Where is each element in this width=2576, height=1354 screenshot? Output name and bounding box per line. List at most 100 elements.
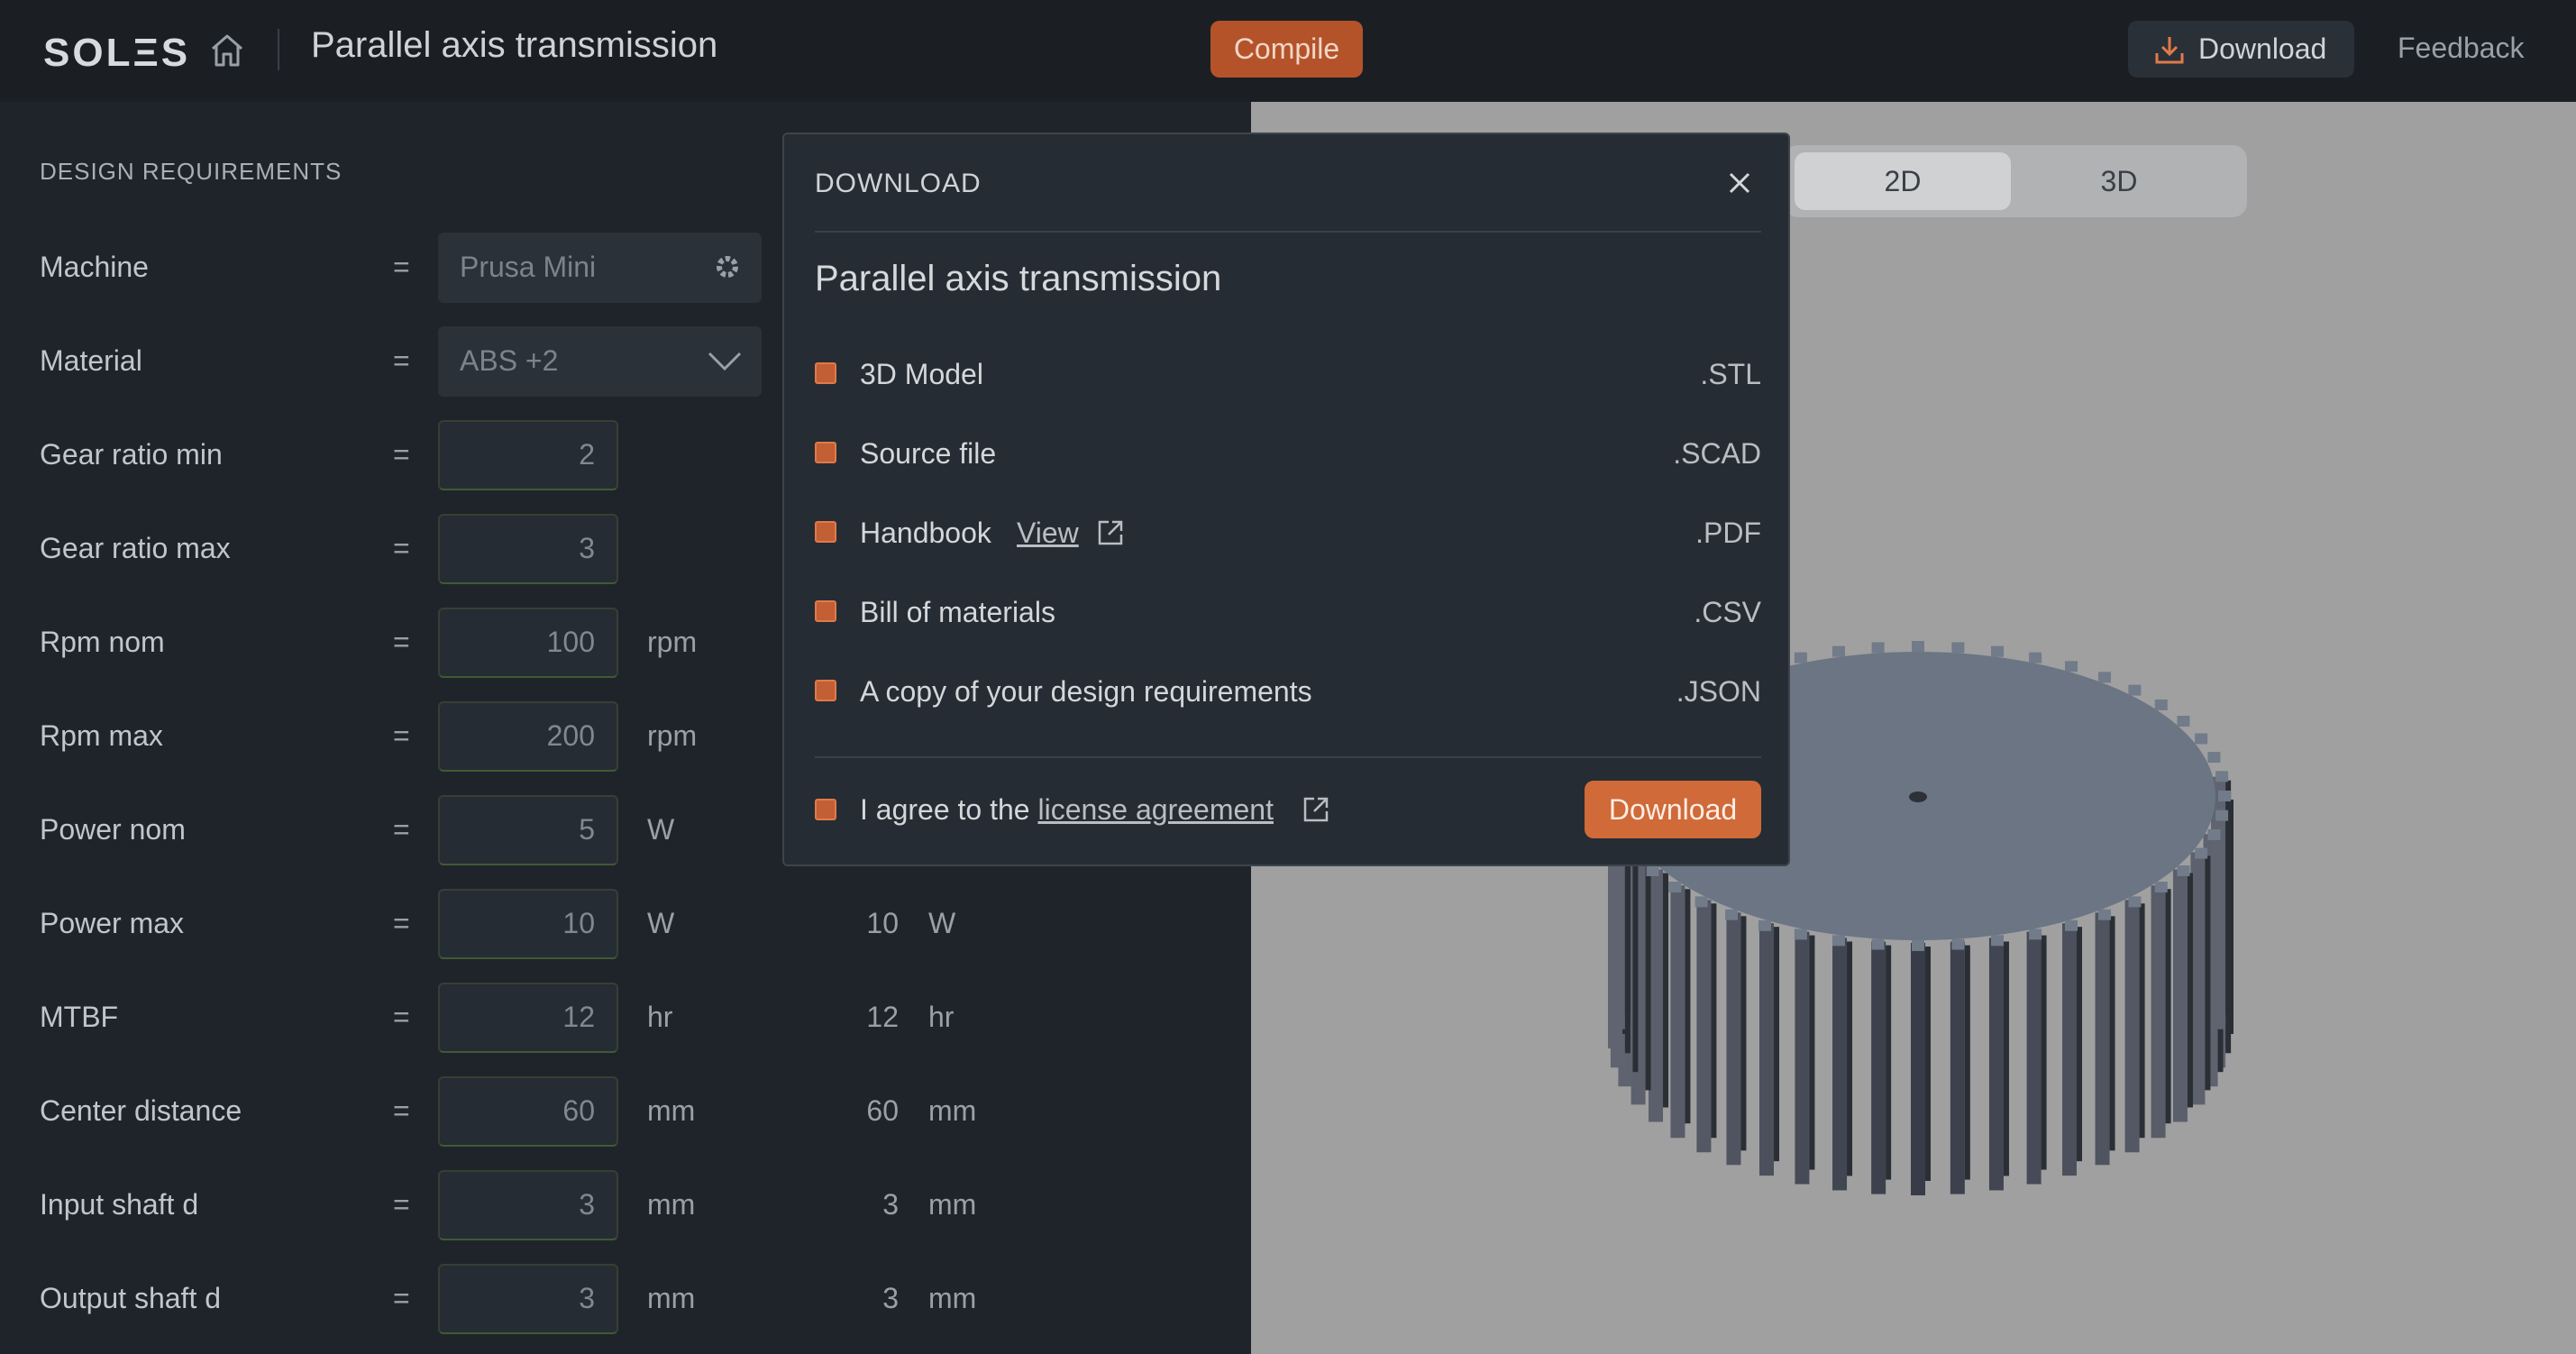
download-button-label: Download xyxy=(2198,32,2327,65)
machine-select[interactable]: Prusa Mini xyxy=(438,233,762,303)
gear-tooth xyxy=(2095,912,2110,1166)
result-unit: W xyxy=(928,907,956,939)
gear-tooth-gap xyxy=(1711,903,1717,1139)
parameter-input[interactable]: 3 xyxy=(438,1170,618,1240)
parameter-label: Rpm max xyxy=(40,719,163,752)
gear-tooth-top xyxy=(1725,909,1739,920)
external-link-icon[interactable] xyxy=(1302,795,1330,824)
item-extension: .PDF xyxy=(1695,517,1761,549)
dialog-title: Parallel axis transmission xyxy=(815,259,1222,298)
result-unit: mm xyxy=(928,1094,977,1127)
equals-sign: = xyxy=(393,251,410,283)
parameter-value: 3 xyxy=(579,532,595,564)
parameter-row: Power max = 10 W 10 W xyxy=(0,889,1251,959)
parameter-label: Power max xyxy=(40,907,185,939)
gear-tooth-top xyxy=(1832,935,1846,947)
equals-sign: = xyxy=(393,813,410,846)
gear-tooth xyxy=(1696,900,1712,1153)
parameter-input[interactable]: 2 xyxy=(438,420,618,490)
parameter-label: Power nom xyxy=(40,813,186,846)
gear-tooth-gap xyxy=(1740,916,1747,1151)
checkbox[interactable] xyxy=(815,680,836,701)
gear-tooth xyxy=(1759,923,1774,1176)
result-unit: mm xyxy=(928,1282,977,1314)
divider xyxy=(815,756,1761,758)
checkbox[interactable] xyxy=(815,600,836,622)
header-divider xyxy=(278,29,279,70)
download-item-3d-model[interactable]: 3D Model .STL xyxy=(815,347,1761,401)
equals-sign: = xyxy=(393,907,410,939)
confirm-download-button[interactable]: Download xyxy=(1585,781,1761,838)
parameter-unit: mm xyxy=(647,1282,696,1314)
parameter-input[interactable]: 5 xyxy=(438,795,618,865)
parameter-input[interactable]: 3 xyxy=(438,1264,618,1334)
gear-tooth xyxy=(1832,938,1848,1191)
parameter-unit: rpm xyxy=(647,719,698,752)
gear-tooth xyxy=(1911,943,1925,1195)
feedback-link[interactable]: Feedback xyxy=(2398,32,2525,65)
gear-tooth-top xyxy=(1832,645,1846,657)
gear-tooth-top xyxy=(2218,791,2231,801)
gear-tooth-top xyxy=(2177,716,2190,727)
parameter-label: Input shaft d xyxy=(40,1188,199,1221)
checkbox[interactable] xyxy=(815,362,836,384)
view-handbook-link[interactable]: View xyxy=(1017,517,1079,550)
gear-shaft-hole xyxy=(1909,791,1927,802)
gear-tooth-top xyxy=(2215,810,2229,821)
gear-tooth xyxy=(2026,931,2042,1185)
parameter-row: Output shaft d = 3 mm 3 mm xyxy=(0,1264,1251,1334)
item-extension: .SCAD xyxy=(1673,437,1761,470)
parameter-input[interactable]: 200 xyxy=(438,701,618,772)
home-icon[interactable] xyxy=(207,31,247,70)
agree-checkbox[interactable] xyxy=(815,799,836,820)
equals-sign: = xyxy=(393,1094,410,1127)
parameter-value: 200 xyxy=(546,719,595,752)
parameter-label: Center distance xyxy=(40,1094,242,1127)
chevron-down-icon xyxy=(708,352,742,371)
tab-2d[interactable]: 2D xyxy=(1795,152,2011,210)
download-item-handbook[interactable]: Handbook View .PDF xyxy=(815,506,1761,560)
download-button[interactable]: Download xyxy=(2128,21,2354,78)
gear-tooth-gap xyxy=(2109,916,2115,1151)
equals-sign: = xyxy=(393,1001,410,1033)
gear-tooth xyxy=(1871,941,1886,1194)
logo[interactable]: SOLΞS xyxy=(43,31,190,76)
parameter-input[interactable]: 3 xyxy=(438,514,618,584)
gear-tooth-top xyxy=(1646,865,1659,876)
parameter-input[interactable]: 10 xyxy=(438,889,618,959)
gear-tooth xyxy=(2172,869,2188,1122)
parameter-unit: rpm xyxy=(647,626,698,658)
top-bar: SOLΞS Parallel axis transmission Compile… xyxy=(0,0,2576,102)
gear-tooth-gap xyxy=(1685,889,1691,1124)
result-value: 3 xyxy=(882,1282,899,1314)
download-item-requirements[interactable]: A copy of your design requirements .JSON xyxy=(815,664,1761,718)
gear-tooth-gap xyxy=(1809,935,1815,1170)
equals-sign: = xyxy=(393,719,410,752)
gear-tooth-top xyxy=(1951,642,1965,654)
checkbox[interactable] xyxy=(815,521,836,543)
result-value: 60 xyxy=(866,1094,899,1127)
checkbox[interactable] xyxy=(815,442,836,463)
gear-tooth-gap xyxy=(2205,855,2211,1091)
parameter-value: 2 xyxy=(579,438,595,471)
gear-tooth-top xyxy=(2065,661,2078,672)
parameter-input[interactable]: 12 xyxy=(438,983,618,1053)
compile-button[interactable]: Compile xyxy=(1210,21,1363,78)
gear-tooth-top xyxy=(2154,882,2168,893)
gear-icon[interactable] xyxy=(711,251,744,283)
gear-tooth-top xyxy=(1871,938,1885,950)
result-value: 3 xyxy=(882,1188,899,1221)
parameter-input[interactable]: 60 xyxy=(438,1076,618,1147)
external-link-icon[interactable] xyxy=(1096,518,1125,547)
close-icon[interactable] xyxy=(1722,165,1758,201)
license-agreement-link[interactable]: license agreement xyxy=(1037,793,1273,826)
parameter-label: Output shaft d xyxy=(40,1282,222,1314)
tab-3d[interactable]: 3D xyxy=(2011,152,2227,210)
parameter-input[interactable]: 100 xyxy=(438,608,618,678)
download-item-bom[interactable]: Bill of materials .CSV xyxy=(815,585,1761,639)
machine-value: Prusa Mini xyxy=(460,251,597,283)
download-item-source-file[interactable]: Source file .SCAD xyxy=(815,426,1761,480)
material-select[interactable]: ABS +2 xyxy=(438,326,762,397)
parameter-label: Rpm nom xyxy=(40,626,165,658)
gear-tooth xyxy=(1795,931,1810,1185)
